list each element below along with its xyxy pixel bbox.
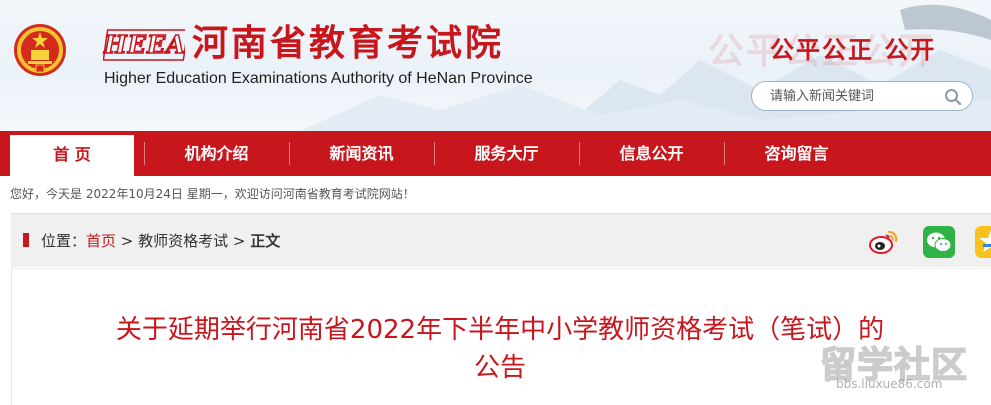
weibo-icon[interactable] bbox=[867, 226, 899, 258]
search-icon[interactable] bbox=[944, 88, 962, 106]
nav-item-services[interactable]: 服务大厅 bbox=[434, 131, 579, 176]
article-title: 关于延期举行河南省2022年下半年中小学教师资格考试（笔试）的 公告 bbox=[60, 311, 940, 387]
article-title-line2: 公告 bbox=[473, 353, 526, 383]
nav-item-about[interactable]: 机构介绍 bbox=[144, 131, 289, 176]
watermark-url: bbs.liuxue86.com bbox=[836, 377, 943, 391]
nav-item-consult[interactable]: 咨询留言 bbox=[724, 131, 869, 176]
breadcrumb: 位置：首页 > 教师资格考试 > 正文 bbox=[41, 230, 280, 251]
breadcrumb-current: 正文 bbox=[250, 232, 281, 250]
breadcrumb-marker bbox=[23, 233, 29, 247]
national-emblem-icon bbox=[14, 24, 66, 76]
watermark: 留学社区 bbs.liuxue86.com bbox=[819, 336, 968, 391]
main-nav: 首 页 机构介绍 新闻资讯 服务大厅 信息公开 咨询留言 bbox=[0, 131, 991, 176]
breadcrumb-bar: 位置：首页 > 教师资格考试 > 正文 bbox=[11, 213, 991, 267]
heea-logo: HEEA bbox=[103, 29, 186, 60]
search-input[interactable] bbox=[770, 87, 940, 106]
article-title-line1: 关于延期举行河南省2022年下半年中小学教师资格考试（笔试）的 bbox=[115, 315, 885, 345]
nav-item-news[interactable]: 新闻资讯 bbox=[289, 131, 434, 176]
nav-item-home[interactable]: 首 页 bbox=[10, 135, 134, 176]
search-box bbox=[751, 81, 973, 111]
breadcrumb-separator: > bbox=[116, 232, 139, 250]
qzone-icon[interactable] bbox=[975, 226, 991, 258]
breadcrumb-separator: > bbox=[228, 232, 251, 250]
welcome-text: 您好，今天是 2022年10月24日 星期一，欢迎访问河南省教育考试院网站！ bbox=[10, 187, 415, 201]
site-subtitle: Higher Education Examinations Authority … bbox=[104, 70, 533, 87]
breadcrumb-prefix: 位置： bbox=[41, 232, 87, 250]
slogan-text: 公平公正 公开 bbox=[770, 36, 937, 64]
site-header: HEEA 河南省教育考试院 Higher Education Examinati… bbox=[0, 0, 991, 131]
breadcrumb-section-link[interactable]: 教师资格考试 bbox=[138, 232, 228, 250]
site-title: 河南省教育考试院 bbox=[192, 23, 505, 64]
nav-item-disclosure[interactable]: 信息公开 bbox=[579, 131, 724, 176]
breadcrumb-home-link[interactable]: 首页 bbox=[86, 232, 116, 250]
wechat-icon[interactable] bbox=[923, 226, 955, 258]
